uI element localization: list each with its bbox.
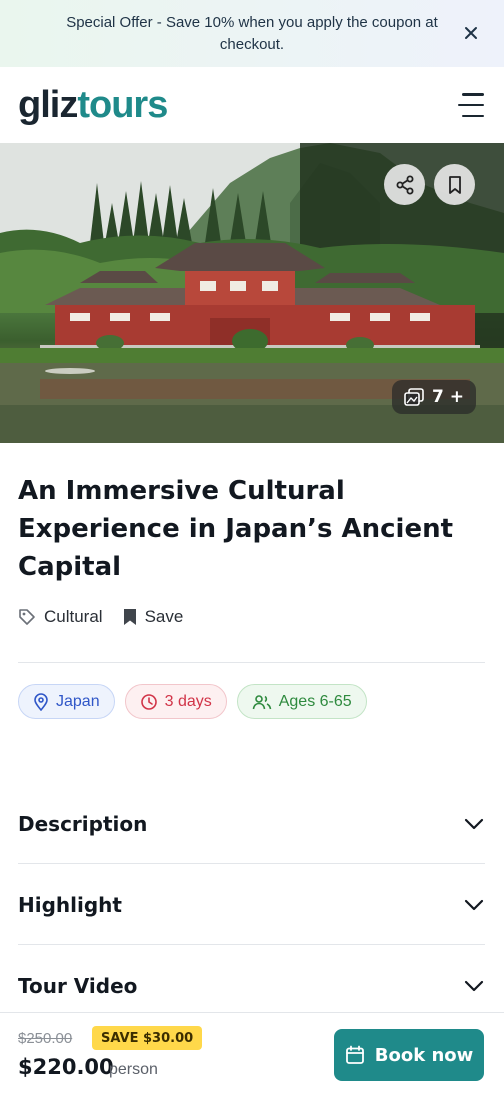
close-banner-button[interactable] [460,22,482,44]
hamburger-icon-line [458,103,484,107]
accordion-tour-video[interactable]: Tour Video [18,966,485,1006]
bookmark-filled-icon [123,609,136,625]
chevron-down-icon [464,818,484,830]
site-header: gliz tours [0,67,504,143]
price-unit: person [109,1061,158,1078]
tour-meta: Cultural Save [18,607,183,627]
ages-chip: Ages 6-65 [236,684,367,719]
ages-text: Ages 6-65 [278,692,352,710]
share-icon [396,175,413,194]
location-pin-icon [34,692,48,711]
logo[interactable]: gliz tours [18,83,168,127]
gallery-icon [404,388,424,406]
discount-badge: SAVE $30.00 [92,1026,203,1050]
logo-text-accent: tours [77,83,168,126]
book-now-label: Book now [374,1044,474,1066]
duration-text: 3 days [164,692,212,710]
users-icon [252,694,272,709]
hamburger-icon-line [462,93,484,96]
accordion-title: Tour Video [18,974,138,998]
bookmark-icon [448,175,461,194]
logo-text-primary: gliz [18,83,78,126]
close-icon [465,27,477,39]
promo-banner-text: Special Offer - Save 10% when you apply … [66,13,438,53]
divider [18,944,485,945]
menu-button[interactable] [456,93,484,117]
calendar-icon [345,1045,364,1064]
current-price: $220.00 [18,1055,114,1079]
clock-icon [140,693,157,710]
accordion-title: Highlight [18,893,122,917]
hamburger-icon-line [462,114,484,117]
location-chip: Japan [18,684,115,719]
accordion-highlight[interactable]: Highlight [18,885,485,925]
promo-banner: Special Offer - Save 10% when you apply … [0,0,504,67]
divider [18,662,485,663]
share-button[interactable] [384,164,425,205]
gallery-button[interactable]: 7 + [392,380,476,414]
category-label[interactable]: Cultural [44,607,103,627]
save-tour-button[interactable]: Save [123,607,184,627]
accordion-title: Description [18,812,148,836]
hero-image[interactable]: 7 + [0,143,504,443]
tour-attributes: Japan 3 days Ages 6-65 [18,684,367,719]
gallery-count: 7 + [432,387,464,407]
tag-icon [19,609,35,625]
save-label: Save [144,607,184,626]
divider [18,863,485,864]
bookmark-button[interactable] [434,164,475,205]
original-price: $250.00 [18,1030,73,1047]
booking-bar: $250.00 SAVE $30.00 $220.00 person Book … [0,1012,504,1099]
page-title: An Immersive Cultural Experience in Japa… [18,476,454,582]
duration-chip: 3 days [124,684,227,719]
chevron-down-icon [464,899,484,911]
accordion-description[interactable]: Description [18,804,485,844]
book-now-button[interactable]: Book now [334,1029,484,1081]
chevron-down-icon [464,980,484,992]
location-text: Japan [56,692,100,710]
